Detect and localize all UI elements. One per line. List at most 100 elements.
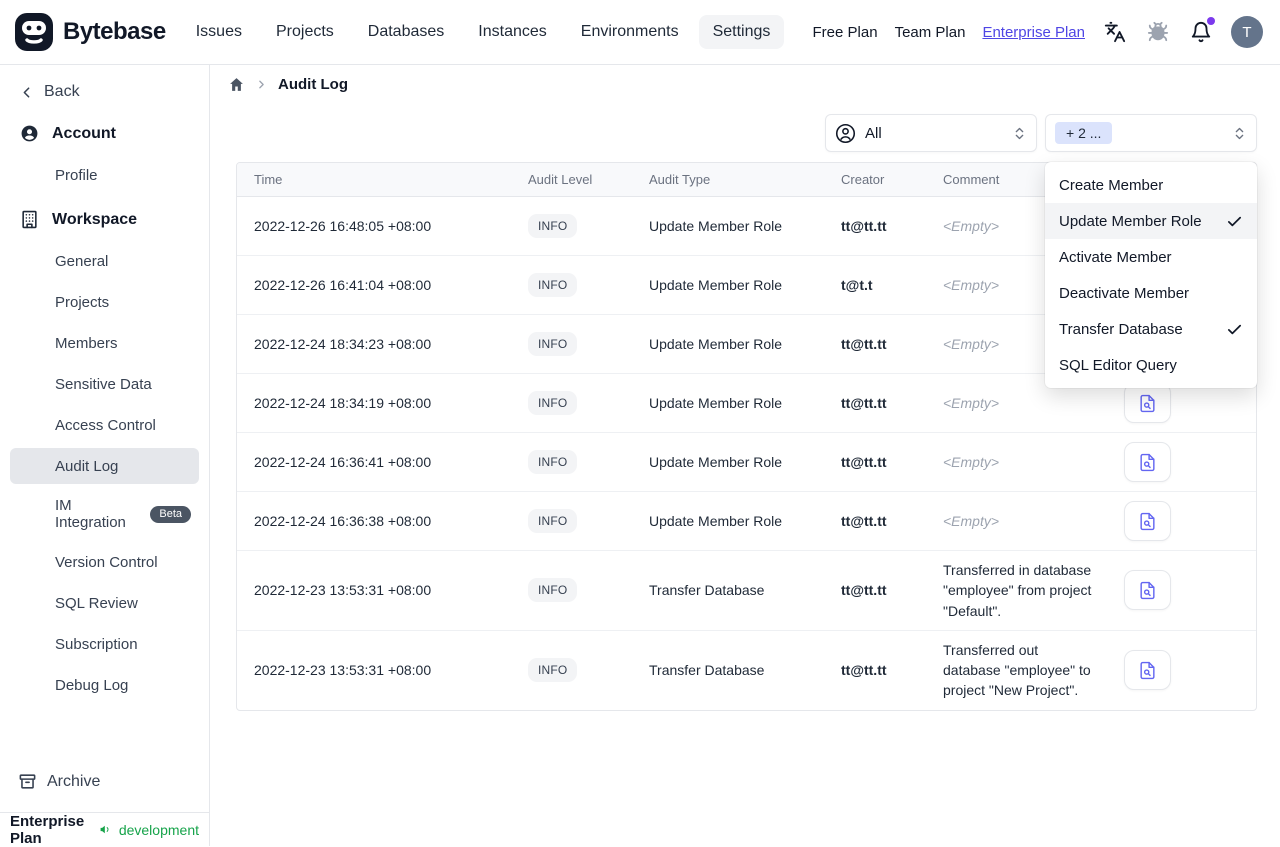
file-search-icon bbox=[1140, 453, 1155, 471]
nav-item-databases[interactable]: Databases bbox=[354, 15, 459, 49]
sidebar-item-archive[interactable]: Archive bbox=[0, 764, 209, 799]
top-nav: Bytebase Issues Projects Databases Instance… bbox=[0, 0, 1280, 65]
view-payload-button[interactable] bbox=[1124, 570, 1171, 611]
row-level: INFO bbox=[512, 205, 633, 247]
row-time: 2022-12-24 18:34:23 +08:00 bbox=[254, 336, 432, 352]
sidebar-item-members[interactable]: Members bbox=[10, 325, 199, 361]
sidebar-sections: Account Profile Workspace General Projec… bbox=[0, 114, 209, 703]
top-nav-right: Free Plan Team Plan Enterprise Plan T bbox=[813, 16, 1263, 48]
row-audit-type: Update Member Role bbox=[649, 513, 783, 529]
bug-icon[interactable] bbox=[1145, 19, 1171, 45]
translate-icon[interactable] bbox=[1102, 19, 1128, 45]
sidebar-item-general[interactable]: General bbox=[10, 243, 199, 279]
nav-item-issues[interactable]: Issues bbox=[182, 15, 256, 49]
row-creator: tt@tt.tt bbox=[841, 454, 887, 470]
view-payload-button[interactable] bbox=[1124, 501, 1171, 541]
environment-label: development bbox=[118, 821, 199, 838]
user-icon bbox=[21, 125, 38, 142]
sidebar-section-account: Account bbox=[0, 114, 209, 152]
sidebar-item-label: Version Control bbox=[55, 553, 158, 571]
row-level: INFO bbox=[512, 500, 633, 542]
row-audit-type: Update Member Role bbox=[649, 454, 783, 470]
archive-label: Archive bbox=[47, 772, 101, 790]
row-time: 2022-12-23 13:53:31 +08:00 bbox=[254, 582, 432, 599]
file-search-icon bbox=[1140, 394, 1155, 412]
check-icon bbox=[1227, 324, 1242, 334]
sidebar-item-debug-log[interactable]: Debug Log bbox=[10, 667, 199, 703]
sidebar-item-label: IM Integration bbox=[55, 497, 126, 531]
sidebar-item-label: Projects bbox=[55, 293, 110, 311]
team-plan-link[interactable]: Team Plan bbox=[895, 24, 966, 41]
sidebar-item-im-integration[interactable]: IM Integration Beta bbox=[10, 489, 199, 539]
chevrons-up-down-icon bbox=[1232, 126, 1247, 141]
nav-item-instances[interactable]: Instances bbox=[464, 15, 560, 49]
menu-item-update-member-role[interactable]: Update Member Role bbox=[1045, 203, 1257, 239]
table-row: 2022-12-23 13:53:31 +08:00 INFO Transfer… bbox=[237, 551, 1256, 631]
free-plan-link[interactable]: Free Plan bbox=[813, 24, 878, 41]
row-creator: tt@tt.tt bbox=[841, 395, 887, 411]
check-icon bbox=[1227, 216, 1242, 226]
menu-item-label: Deactivate Member bbox=[1059, 284, 1190, 302]
view-payload-button[interactable] bbox=[1124, 650, 1171, 691]
table-row: 2022-12-23 13:53:31 +08:00 INFO Transfer… bbox=[237, 631, 1256, 710]
creator-filter-value: All bbox=[865, 124, 882, 142]
sidebar-item-label: General bbox=[55, 252, 109, 270]
file-search-icon bbox=[1140, 512, 1155, 530]
sidebar-item-profile[interactable]: Profile bbox=[10, 157, 199, 193]
avatar[interactable]: T bbox=[1231, 16, 1263, 48]
row-creator: tt@tt.tt bbox=[841, 662, 887, 679]
home-icon[interactable] bbox=[228, 76, 245, 93]
file-search-icon bbox=[1140, 661, 1155, 679]
sidebar-item-sensitive-data[interactable]: Sensitive Data bbox=[10, 366, 199, 402]
notification-dot bbox=[1207, 17, 1215, 25]
audit-level-badge: INFO bbox=[528, 578, 578, 603]
footer-plan-label: Enterprise Plan bbox=[10, 812, 85, 847]
row-time: 2022-12-24 18:34:19 +08:00 bbox=[254, 395, 432, 411]
chevron-left-icon bbox=[23, 86, 30, 98]
sidebar-item-label: Profile bbox=[55, 166, 98, 184]
sidebar-item-audit-log[interactable]: Audit Log bbox=[10, 448, 199, 484]
row-audit-type: Transfer Database bbox=[649, 582, 765, 599]
speaker-icon[interactable] bbox=[99, 821, 112, 838]
sidebar-item-sql-review[interactable]: SQL Review bbox=[10, 585, 199, 621]
row-audit-type: Update Member Role bbox=[649, 336, 783, 352]
row-comment: <Empty> bbox=[943, 394, 1000, 411]
column-header-time: Time bbox=[254, 172, 283, 187]
row-creator: tt@tt.tt bbox=[841, 513, 887, 529]
view-payload-button[interactable] bbox=[1124, 442, 1171, 482]
row-level: INFO bbox=[512, 441, 633, 483]
page-title: Audit Log bbox=[278, 76, 348, 93]
sidebar-footer: Enterprise Plan development bbox=[0, 812, 209, 847]
row-audit-type: Update Member Role bbox=[649, 218, 783, 234]
row-audit-type: Update Member Role bbox=[649, 395, 783, 411]
nav-item-environments[interactable]: Environments bbox=[567, 15, 693, 49]
nav-item-projects[interactable]: Projects bbox=[262, 15, 348, 49]
settings-sidebar: Back Account Profile Workspace General P… bbox=[0, 65, 210, 847]
creator-filter-select[interactable]: All bbox=[825, 114, 1037, 152]
sidebar-section-label: Workspace bbox=[52, 210, 138, 228]
sidebar-item-subscription[interactable]: Subscription bbox=[10, 626, 199, 662]
back-button[interactable]: Back bbox=[0, 65, 209, 107]
menu-item-create-member[interactable]: Create Member bbox=[1045, 167, 1257, 203]
audit-level-badge: INFO bbox=[528, 450, 578, 474]
enterprise-plan-link[interactable]: Enterprise Plan bbox=[982, 24, 1085, 41]
menu-item-sql-editor-query[interactable]: SQL Editor Query bbox=[1045, 347, 1257, 383]
audit-type-filter-select[interactable]: + 2 ... bbox=[1045, 114, 1257, 152]
type-filter-count-tag: + 2 ... bbox=[1055, 122, 1113, 144]
nav-item-settings[interactable]: Settings bbox=[698, 15, 785, 49]
bell-icon[interactable] bbox=[1188, 17, 1215, 45]
row-payload bbox=[1108, 433, 1256, 491]
menu-item-transfer-database[interactable]: Transfer Database bbox=[1045, 311, 1257, 347]
sidebar-item-projects[interactable]: Projects bbox=[10, 284, 199, 320]
menu-item-label: SQL Editor Query bbox=[1059, 356, 1177, 374]
sidebar-item-version-control[interactable]: Version Control bbox=[10, 544, 199, 580]
menu-item-label: Update Member Role bbox=[1059, 212, 1202, 230]
brand-name: Bytebase bbox=[63, 18, 166, 45]
brand[interactable]: Bytebase bbox=[14, 12, 166, 52]
row-audit-type: Transfer Database bbox=[649, 662, 765, 679]
view-payload-button[interactable] bbox=[1124, 383, 1171, 423]
beta-badge: Beta bbox=[150, 505, 191, 523]
sidebar-item-access-control[interactable]: Access Control bbox=[10, 407, 199, 443]
menu-item-activate-member[interactable]: Activate Member bbox=[1045, 239, 1257, 275]
menu-item-deactivate-member[interactable]: Deactivate Member bbox=[1045, 275, 1257, 311]
